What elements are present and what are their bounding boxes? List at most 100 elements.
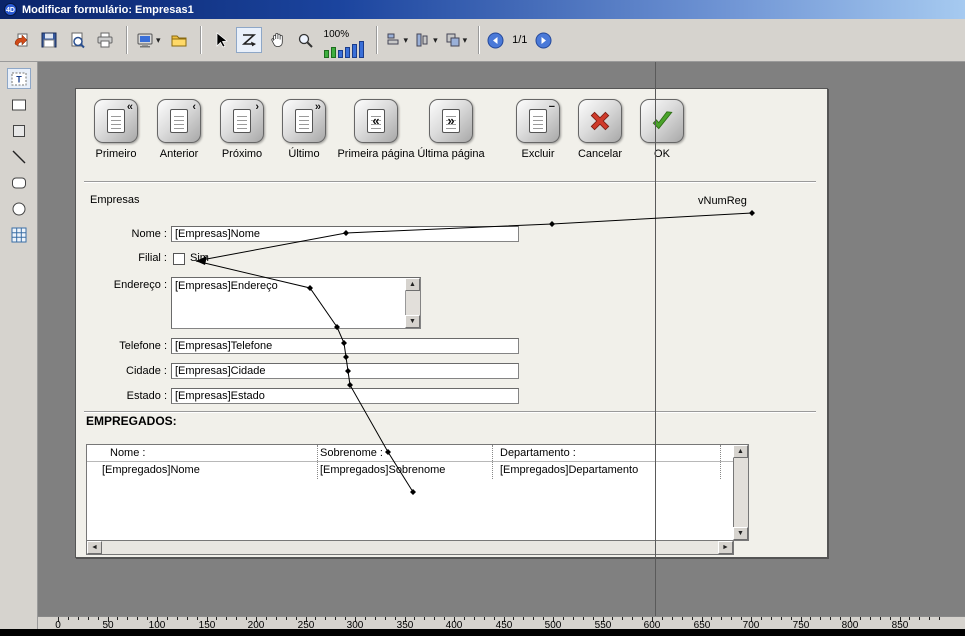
dropdown-arrow-icon[interactable]: ▾ xyxy=(156,35,161,46)
scrollbar-track[interactable] xyxy=(406,291,420,315)
cancel-button[interactable]: Cancelar xyxy=(568,99,632,160)
ruler-tick xyxy=(880,617,881,620)
ok-button[interactable]: OK xyxy=(640,99,684,160)
column-separator xyxy=(317,445,318,479)
ruler-tick xyxy=(939,617,940,620)
field-cidade[interactable]: [Empresas]Cidade xyxy=(171,363,519,379)
grid-tool-button[interactable] xyxy=(7,224,31,245)
previous-page-button[interactable] xyxy=(486,31,505,50)
ruler-tick xyxy=(929,617,930,620)
ruler-tick xyxy=(434,617,435,620)
ruler-tick xyxy=(474,617,475,620)
align-objects-button[interactable]: ▾ xyxy=(384,29,411,51)
delete-record-button[interactable]: − Excluir xyxy=(508,99,568,160)
ruler-tick xyxy=(335,617,336,620)
save-button[interactable] xyxy=(36,27,62,53)
first-record-icon: « xyxy=(94,99,138,143)
ruler-tick xyxy=(276,617,277,620)
print-preview-button[interactable] xyxy=(64,27,90,53)
previous-record-button[interactable]: ‹ Anterior xyxy=(149,99,209,160)
ruler-tick xyxy=(632,617,633,620)
form-page[interactable]: « Primeiro ‹ Anterior › Pró xyxy=(75,88,828,558)
column-header[interactable]: Nome : xyxy=(110,447,145,459)
distribute-objects-button[interactable]: ▾ xyxy=(413,29,440,51)
hand-tool-button[interactable] xyxy=(264,27,290,53)
dropdown-arrow-icon[interactable]: ▾ xyxy=(433,35,438,46)
scroll-up-button[interactable]: ▲ xyxy=(405,278,420,291)
ruler-tick xyxy=(672,617,673,620)
distribute-icon xyxy=(415,32,431,48)
field-nome[interactable]: [Empresas]Nome xyxy=(171,226,519,242)
title-bar[interactable]: 4D Modificar formulário: Empresas1 xyxy=(0,0,965,19)
scrollbar-track[interactable] xyxy=(102,541,718,554)
entry-order-tool-button[interactable] xyxy=(236,27,262,53)
zoom-tool-button[interactable] xyxy=(292,27,318,53)
main-toolbar: ▾ xyxy=(0,19,965,62)
scroll-down-button[interactable]: ▼ xyxy=(733,527,748,540)
table-vertical-scrollbar[interactable]: ▲ ▼ xyxy=(733,445,748,540)
zoom-bars-icon[interactable] xyxy=(324,41,366,58)
dropdown-arrow-icon[interactable]: ▾ xyxy=(404,35,409,46)
scroll-up-button[interactable]: ▲ xyxy=(733,445,748,458)
print-button[interactable] xyxy=(92,27,118,53)
toolbar-separator xyxy=(478,26,480,54)
zoom-control[interactable]: 100% xyxy=(324,22,366,58)
oval-tool-button[interactable] xyxy=(7,198,31,219)
execute-form-button[interactable]: ▾ xyxy=(134,28,163,52)
svg-text:T: T xyxy=(16,74,22,84)
ruler-tick xyxy=(919,617,920,620)
table-row[interactable]: [Empregados]Nome [Empregados]Sobrenome [… xyxy=(87,462,733,479)
ruler-tick xyxy=(820,617,821,620)
ruler-tick xyxy=(583,617,584,620)
document-icon xyxy=(233,109,251,133)
square-tool-button[interactable] xyxy=(7,120,31,141)
scroll-down-button[interactable]: ▼ xyxy=(405,315,420,328)
next-page-button[interactable] xyxy=(534,31,553,50)
ruler-tick xyxy=(622,617,623,620)
form-canvas[interactable]: « Primeiro ‹ Anterior › Pró xyxy=(38,62,965,616)
rounded-rectangle-tool-button[interactable] xyxy=(7,172,31,193)
separator-line xyxy=(84,181,816,183)
button-label: Última página xyxy=(406,148,496,160)
field-endereco[interactable]: [Empresas]Endereço ▲ ▼ xyxy=(171,277,421,329)
last-record-button[interactable]: » Último xyxy=(274,99,334,160)
endereco-scrollbar[interactable]: ▲ ▼ xyxy=(405,278,420,328)
column-header[interactable]: Sobrenome : xyxy=(320,447,383,459)
field-label-endereco: Endereço : xyxy=(83,279,167,291)
oval-icon xyxy=(10,200,28,218)
ruler-tick xyxy=(682,617,683,620)
printer-icon xyxy=(96,31,114,49)
rectangle-tool-button[interactable] xyxy=(7,94,31,115)
field-telefone[interactable]: [Empresas]Telefone xyxy=(171,338,519,354)
page-boundary-line[interactable] xyxy=(655,62,656,616)
button-label: Anterior xyxy=(149,148,209,160)
table-cell: [Empregados]Departamento xyxy=(500,464,638,476)
next-record-button[interactable]: › Próximo xyxy=(212,99,272,160)
last-page-button[interactable]: » Última página xyxy=(406,99,496,160)
previous-page-icon xyxy=(487,32,504,49)
line-tool-button[interactable] xyxy=(7,146,31,167)
ruler-tick xyxy=(533,617,534,620)
employees-table[interactable]: Nome : Sobrenome : Departamento : [Empre… xyxy=(86,444,749,541)
ruler-tick xyxy=(484,617,485,620)
open-form-button[interactable] xyxy=(166,27,192,53)
ruler-tick xyxy=(781,617,782,620)
text-tool-button[interactable]: T xyxy=(7,68,31,89)
scroll-left-button[interactable]: ◄ xyxy=(87,541,102,554)
column-header[interactable]: Departamento : xyxy=(500,447,576,459)
pointer-tool-button[interactable] xyxy=(208,27,234,53)
arrange-objects-button[interactable]: ▾ xyxy=(443,29,470,51)
align-icon xyxy=(386,32,402,48)
first-page-icon: « xyxy=(354,99,398,143)
revert-button[interactable] xyxy=(8,27,34,53)
dropdown-arrow-icon[interactable]: ▾ xyxy=(463,35,468,46)
document-icon xyxy=(529,109,547,133)
document-icon xyxy=(295,109,313,133)
first-record-button[interactable]: « Primeiro xyxy=(86,99,146,160)
scrollbar-track[interactable] xyxy=(734,458,748,527)
field-estado[interactable]: [Empresas]Estado xyxy=(171,388,519,404)
revert-icon xyxy=(12,31,30,49)
scroll-right-button[interactable]: ► xyxy=(718,541,733,554)
table-horizontal-scrollbar[interactable]: ◄ ► xyxy=(86,541,734,555)
filial-checkbox[interactable] xyxy=(173,253,185,265)
